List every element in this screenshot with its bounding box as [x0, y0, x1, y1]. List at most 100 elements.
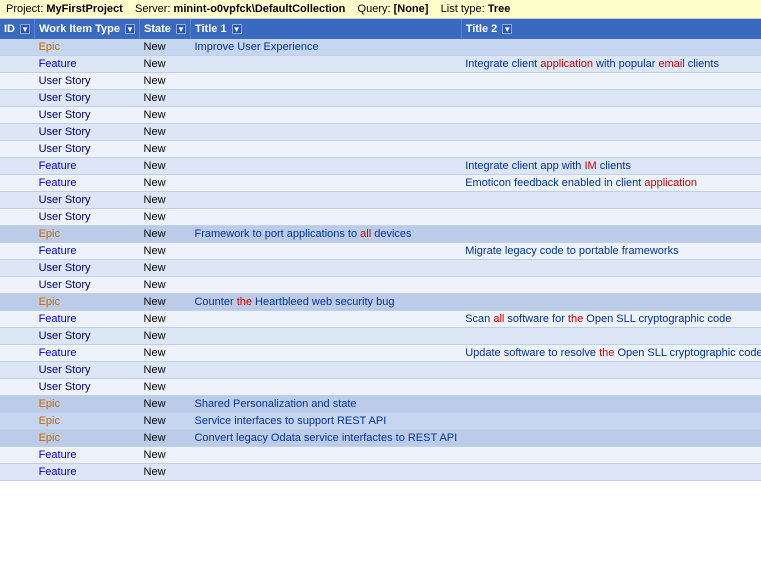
- cell-title2: [461, 277, 761, 294]
- cell-id: [0, 345, 35, 362]
- cell-state: New: [140, 73, 191, 90]
- cell-type: Epic: [35, 396, 140, 413]
- cell-id: [0, 175, 35, 192]
- cell-title1: [190, 379, 461, 396]
- table-row: User StoryNewAs a user, I can select a n…: [0, 90, 761, 107]
- cell-state: New: [140, 464, 191, 481]
- cell-type: Feature: [35, 464, 140, 481]
- cell-title1: [190, 277, 461, 294]
- cell-state: New: [140, 141, 191, 158]
- col-header-title2[interactable]: Title 2 ▼: [461, 19, 761, 39]
- table-row: EpicNewConvert legacy Odata service inte…: [0, 430, 761, 447]
- table-row: EpicNewFramework to port applications to…: [0, 226, 761, 243]
- cell-title1: Counter the Heartbleed web security bug: [190, 294, 461, 311]
- col-header-state[interactable]: State ▼: [140, 19, 191, 39]
- table-row: EpicNewShared Personalization and state: [0, 396, 761, 413]
- cell-type: Feature: [35, 158, 140, 175]
- table-row: User StoryNewCustomer request support fo…: [0, 107, 761, 124]
- cell-title2: [461, 260, 761, 277]
- cell-type: User Story: [35, 124, 140, 141]
- listtype-value: Tree: [488, 3, 511, 15]
- cell-state: New: [140, 379, 191, 396]
- cell-title2: [461, 141, 761, 158]
- table-row: EpicNewCounter the Heartbleed web securi…: [0, 294, 761, 311]
- cell-state: New: [140, 226, 191, 243]
- cell-type: Epic: [35, 226, 140, 243]
- cell-id: [0, 447, 35, 464]
- cell-title2: [461, 73, 761, 90]
- cell-title1: [190, 447, 461, 464]
- cell-title1: [190, 260, 461, 277]
- cell-state: New: [140, 209, 191, 226]
- cell-state: New: [140, 243, 191, 260]
- table-row: FeatureNewIntegrate client application w…: [0, 56, 761, 73]
- cell-type: Feature: [35, 56, 140, 73]
- cell-title1: Service interfaces to support REST API: [190, 413, 461, 430]
- cell-id: [0, 294, 35, 311]
- cell-state: New: [140, 107, 191, 124]
- cell-id: [0, 192, 35, 209]
- table-row: FeatureNewConvert all services from usin…: [0, 447, 761, 464]
- cell-type: User Story: [35, 209, 140, 226]
- project-name: MyFirstProject: [46, 3, 122, 15]
- cell-title2: Update software to resolve the Open SLL …: [461, 345, 761, 362]
- col-header-title1[interactable]: Title 1 ▼: [190, 19, 461, 39]
- cell-state: New: [140, 447, 191, 464]
- cell-title1: [190, 464, 461, 481]
- cell-title2: [461, 328, 761, 345]
- cell-type: Feature: [35, 243, 140, 260]
- table-row: FeatureNewScan all software for the Open…: [0, 311, 761, 328]
- cell-title2: [461, 430, 761, 447]
- cell-title2: [461, 107, 761, 124]
- cell-title2: [461, 413, 761, 430]
- cell-type: User Story: [35, 90, 140, 107]
- sort-icon-type: ▼: [125, 24, 135, 34]
- cell-type: User Story: [35, 107, 140, 124]
- cell-title1: [190, 107, 461, 124]
- cell-title1: [190, 243, 461, 260]
- server-label: Server:: [135, 3, 170, 15]
- table-row: User StoryNewImplement a factory that mi…: [0, 260, 761, 277]
- cell-title2: [461, 294, 761, 311]
- cell-title2: [461, 447, 761, 464]
- cell-state: New: [140, 39, 191, 56]
- col-header-id[interactable]: ID ▼: [0, 19, 35, 39]
- cell-id: [0, 328, 35, 345]
- cell-title1: [190, 56, 461, 73]
- cell-id: [0, 39, 35, 56]
- sort-icon-state: ▼: [176, 24, 186, 34]
- table-row: User StoryNewAdd animated emoticons: [0, 209, 761, 226]
- work-items-table: ID ▼ Work Item Type ▼ State ▼ Title 1 ▼ …: [0, 19, 761, 481]
- cell-type: User Story: [35, 260, 140, 277]
- cell-id: [0, 73, 35, 90]
- cell-title1: Convert legacy Odata service interfactes…: [190, 430, 461, 447]
- cell-state: New: [140, 124, 191, 141]
- col-header-type[interactable]: Work Item Type ▼: [35, 19, 140, 39]
- cell-state: New: [140, 311, 191, 328]
- cell-id: [0, 209, 35, 226]
- cell-type: User Story: [35, 379, 140, 396]
- table-row: User StoryNewCustomer request support fo…: [0, 124, 761, 141]
- cell-id: [0, 158, 35, 175]
- cell-state: New: [140, 362, 191, 379]
- cell-state: New: [140, 260, 191, 277]
- listtype-label: List type:: [441, 3, 485, 15]
- cell-state: New: [140, 345, 191, 362]
- cell-id: [0, 141, 35, 158]
- cell-type: User Story: [35, 141, 140, 158]
- cell-type: User Story: [35, 192, 140, 209]
- cell-type: Feature: [35, 311, 140, 328]
- table-row: User StoryNewCustomer request support fo…: [0, 141, 761, 158]
- cell-type: Epic: [35, 39, 140, 56]
- cell-title2: Migrate legacy code to portable framewor…: [461, 243, 761, 260]
- sort-icon-id: ▼: [20, 24, 30, 34]
- cell-title1: [190, 345, 461, 362]
- cell-title1: [190, 328, 461, 345]
- cell-id: [0, 260, 35, 277]
- cell-id: [0, 430, 35, 447]
- sort-icon-title2: ▼: [502, 24, 512, 34]
- cell-type: User Story: [35, 73, 140, 90]
- cell-title2: [461, 226, 761, 243]
- cell-id: [0, 362, 35, 379]
- table-row: FeatureNew Migrate legacy code to portabl…: [0, 243, 761, 260]
